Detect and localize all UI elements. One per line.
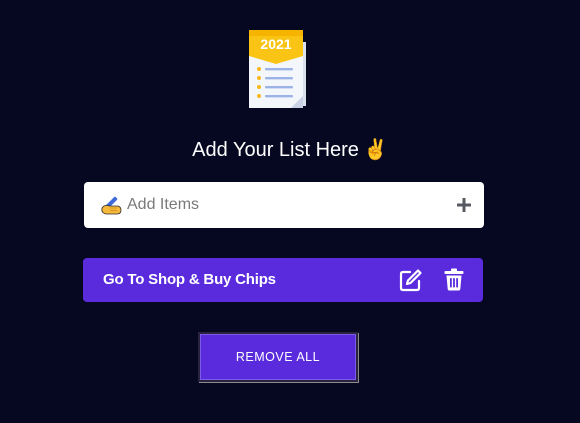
victory-hand-icon: ✌️ — [362, 139, 388, 161]
trash-icon[interactable] — [444, 268, 464, 291]
todo-app: 2021 Add Your List Here✌️ Go To Shop — [0, 0, 580, 423]
page-title: Add Your List Here ✌️ — [0, 136, 580, 164]
add-item-field — [84, 182, 484, 228]
list-item: Go To Shop & Buy Chips — [83, 258, 483, 302]
remove-all-button[interactable]: REMOVE ALL — [198, 332, 358, 382]
add-item-input[interactable] — [127, 190, 447, 220]
list-item-label: Go To Shop & Buy Chips — [103, 271, 276, 288]
writing-hand-icon — [101, 196, 122, 215]
logo-year: 2021 — [260, 36, 291, 52]
notepad-icon: 2021 — [249, 30, 306, 108]
edit-icon[interactable] — [399, 268, 423, 292]
plus-icon[interactable] — [455, 196, 473, 214]
page-title-text: Add Your List Here — [192, 139, 359, 161]
